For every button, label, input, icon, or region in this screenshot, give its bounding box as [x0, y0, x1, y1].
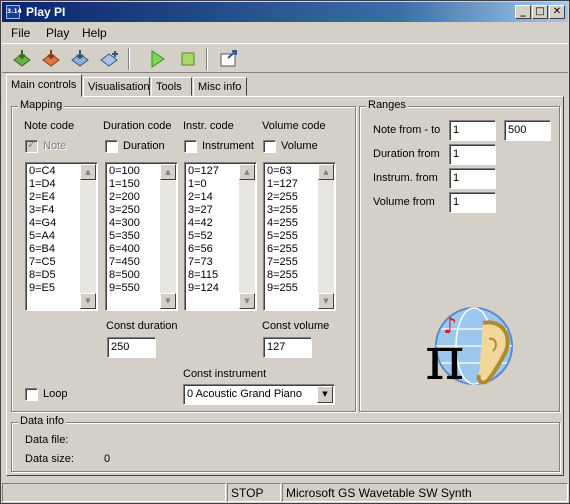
data-file-label: Data file: [25, 434, 69, 446]
instrum-from-label: Instrum. from [373, 172, 438, 184]
mapping-title: Mapping [18, 99, 65, 111]
scroll-up-icon[interactable]: ▲ [239, 164, 255, 180]
note-code-list[interactable]: 0=C4 1=D4 2=E4 3=F4 4=G4 5=A4 6=B4 7=C5 … [25, 162, 98, 311]
stop-icon[interactable] [177, 48, 199, 70]
menu-bar: File Play Help [2, 23, 568, 42]
data-size-value: 0 [104, 453, 111, 465]
duration-checkbox-label: Duration [123, 140, 165, 152]
duration-checkbox[interactable] [105, 140, 118, 153]
app-icon: 3.14 [6, 5, 22, 19]
open-orange-icon[interactable] [40, 48, 62, 70]
open-blue-icon[interactable] [69, 48, 91, 70]
instr-list-scrollbar[interactable]: ▲ ▼ [239, 164, 255, 309]
duration-code-header: Duration code [103, 120, 172, 132]
play-icon[interactable] [146, 48, 168, 70]
export-icon[interactable] [218, 48, 240, 70]
duration-code-list[interactable]: 0=100 1=150 2=200 3=250 4=300 5=350 6=40… [105, 162, 178, 311]
menu-play[interactable]: Play [46, 26, 69, 40]
toolbar [2, 43, 568, 73]
maximize-button[interactable]: □ [532, 5, 548, 19]
const-instrument-value: 0 Acoustic Grand Piano [187, 388, 302, 400]
volume-code-list[interactable]: 0=63 1=127 2=255 3=255 4=255 5=255 6=255… [263, 162, 336, 311]
volume-checkbox[interactable] [263, 140, 276, 153]
close-button[interactable]: ✕ [549, 5, 565, 19]
duration-from-input[interactable]: 1 [449, 144, 496, 165]
tab-visualisation[interactable]: Visualisation [83, 77, 150, 96]
toolbar-separator [206, 48, 208, 70]
data-info-group: Data info Data file: Data size: 0 [11, 415, 560, 472]
volume-list-scrollbar[interactable]: ▲ ▼ [318, 164, 334, 309]
status-state: STOP [227, 483, 281, 502]
note-code-header: Note code [24, 120, 75, 132]
instrum-from-input[interactable]: 1 [449, 168, 496, 189]
globe-ear-pi-icon: π ♪ [425, 307, 513, 394]
main-window: 3.14 Play PI _ □ ✕ File Play Help Main c… [0, 0, 570, 504]
const-duration-input[interactable]: 250 [107, 337, 156, 358]
volume-from-label: Volume from [373, 196, 435, 208]
scroll-down-icon[interactable]: ▼ [239, 293, 255, 309]
ranges-title: Ranges [366, 99, 408, 111]
status-panel-empty [2, 483, 226, 502]
note-from-input[interactable]: 1 [449, 120, 496, 141]
toolbar-separator [128, 48, 130, 70]
scroll-down-icon[interactable]: ▼ [160, 293, 176, 309]
const-volume-input[interactable]: 127 [263, 337, 312, 358]
play-pi-logo: π ♪ [419, 301, 519, 394]
note-checkbox[interactable]: ✓ [25, 138, 38, 153]
volume-checkbox-label: Volume [281, 140, 318, 152]
tab-misc-info[interactable]: Misc info [193, 77, 247, 96]
minimize-button[interactable]: _ [515, 5, 531, 19]
window-title: Play PI [26, 5, 66, 19]
main-controls-panel: Mapping Note code Duration code Instr. c… [6, 96, 564, 476]
menu-help[interactable]: Help [82, 26, 107, 40]
status-bar: STOP Microsoft GS Wavetable SW Synth [2, 482, 568, 502]
data-info-title: Data info [18, 415, 67, 427]
loop-checkbox[interactable] [25, 388, 38, 401]
note-range-label: Note from - to [373, 124, 441, 136]
duration-from-label: Duration from [373, 148, 440, 160]
scroll-up-icon[interactable]: ▲ [80, 164, 96, 180]
volume-code-header: Volume code [262, 120, 326, 132]
scroll-down-icon[interactable]: ▼ [80, 293, 96, 309]
title-bar[interactable]: 3.14 Play PI _ □ ✕ [2, 2, 568, 22]
data-size-label: Data size: [25, 453, 74, 465]
loop-label: Loop [43, 388, 68, 400]
scroll-up-icon[interactable]: ▲ [318, 164, 334, 180]
note-checkbox-label: Note [43, 140, 67, 152]
open-green-icon[interactable] [11, 48, 33, 70]
duration-list-scrollbar[interactable]: ▲ ▼ [160, 164, 176, 309]
instr-code-header: Instr. code [183, 120, 234, 132]
music-note-icon: ♪ [443, 314, 457, 339]
note-list-scrollbar[interactable]: ▲ ▼ [80, 164, 96, 309]
mapping-group: Mapping Note code Duration code Instr. c… [11, 99, 356, 412]
tab-main-controls[interactable]: Main controls [6, 74, 82, 97]
menu-file[interactable]: File [11, 26, 30, 40]
const-duration-label: Const duration [106, 320, 178, 332]
checkmark-icon: ✓ [27, 138, 37, 151]
instrument-checkbox-label: Instrument [202, 140, 254, 152]
add-blue-icon[interactable] [98, 48, 120, 70]
const-instrument-select[interactable]: 0 Acoustic Grand Piano ▼ [183, 384, 335, 405]
scroll-up-icon[interactable]: ▲ [160, 164, 176, 180]
const-instrument-label: Const instrument [183, 368, 267, 380]
instr-code-list[interactable]: 0=127 1=0 2=14 3=27 4=42 5=52 6=56 7=73 … [184, 162, 257, 311]
chevron-down-icon[interactable]: ▼ [317, 386, 333, 403]
volume-from-input[interactable]: 1 [449, 192, 496, 213]
scroll-down-icon[interactable]: ▼ [318, 293, 334, 309]
status-synth: Microsoft GS Wavetable SW Synth [282, 483, 568, 502]
const-volume-label: Const volume [262, 320, 330, 332]
tab-tools[interactable]: Tools [151, 77, 192, 96]
instrument-checkbox[interactable] [184, 140, 197, 153]
note-to-input[interactable]: 500 [504, 120, 551, 141]
